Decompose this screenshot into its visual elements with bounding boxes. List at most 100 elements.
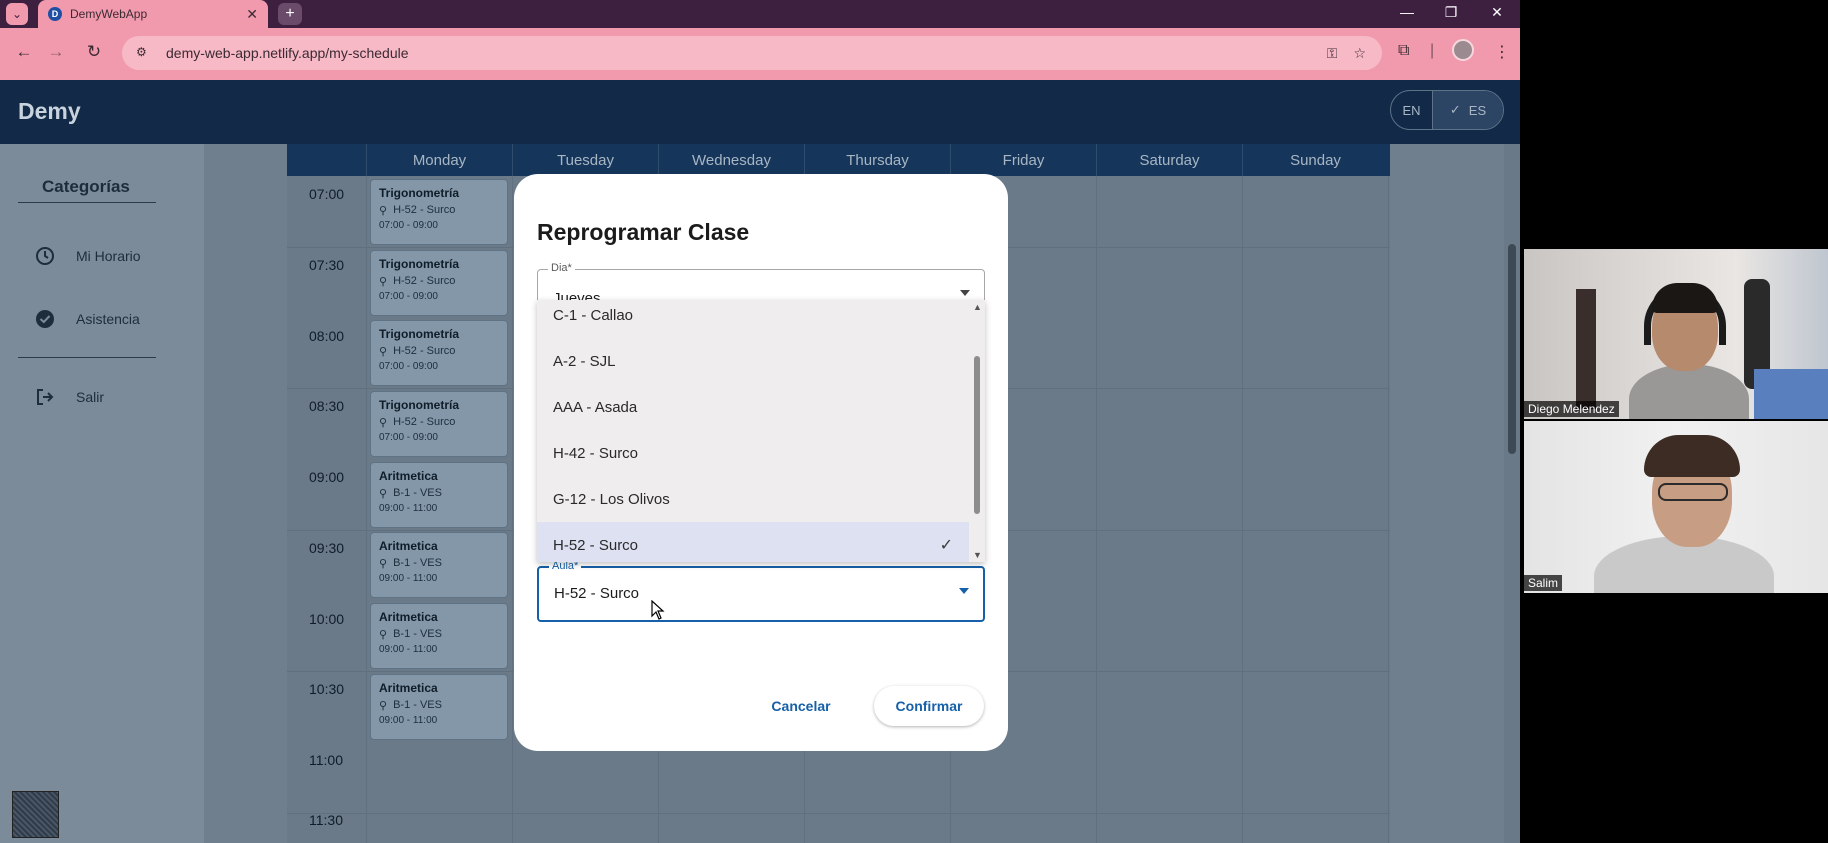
day-header-monday: Monday <box>366 144 512 176</box>
confirm-button[interactable]: Confirmar <box>874 686 984 726</box>
profile-avatar[interactable] <box>1452 39 1474 61</box>
scroll-up-icon[interactable]: ▲ <box>973 302 982 312</box>
dropdown-scroll-thumb[interactable] <box>974 356 980 514</box>
video-tile[interactable]: Diego Melendez <box>1524 249 1828 419</box>
class-time: 07:00 - 09:00 <box>379 291 438 302</box>
location-pin-icon: ⚲ <box>379 346 388 358</box>
browser-tab[interactable]: D DemyWebApp ✕ <box>38 0 268 28</box>
class-location: B-1 - VES <box>393 487 442 499</box>
sidebar-item-mi-horario[interactable]: Mi Horario <box>34 245 141 267</box>
sidebar-item-salir[interactable]: Salir <box>34 386 104 408</box>
dropdown-option[interactable]: C-1 - Callao <box>537 300 969 338</box>
favicon-icon: D <box>48 7 62 21</box>
app-root: Demy EN ✓ ES Categorías Mi Horario Asist… <box>0 80 1520 843</box>
close-window-button[interactable]: ✕ <box>1482 4 1512 21</box>
class-name: Trigonometría <box>379 257 460 271</box>
url-text[interactable]: demy-web-app.netlify.app/my-schedule <box>166 45 1327 61</box>
new-tab-button[interactable]: + <box>278 3 302 25</box>
location-pin-icon: ⚲ <box>379 417 388 429</box>
class-location: H-52 - Surco <box>393 275 456 287</box>
dropdown-option[interactable]: H-42 - Surco <box>537 430 969 476</box>
time-label: 07:30 <box>309 257 345 273</box>
lang-en-button[interactable]: EN <box>1391 91 1433 129</box>
class-card[interactable]: Trigonometría ⚲ H-52 - Surco 07:00 - 09:0… <box>370 391 508 457</box>
class-name: Trigonometría <box>379 186 460 200</box>
class-time: 07:00 - 09:00 <box>379 361 438 372</box>
sidebar: Categorías Mi Horario Asistencia Salir <box>0 144 204 843</box>
dropdown-option[interactable]: A-2 - SJL <box>537 338 969 384</box>
class-card[interactable]: Aritmetica ⚲ B-1 - VES 09:00 - 11:00 <box>370 674 508 740</box>
class-time: 09:00 - 11:00 <box>379 715 438 726</box>
class-card[interactable]: Aritmetica ⚲ B-1 - VES 09:00 - 11:00 <box>370 462 508 528</box>
class-card[interactable]: Trigonometría ⚲ H-52 - Surco 07:00 - 09:0… <box>370 179 508 245</box>
participant-name: Diego Melendez <box>1524 401 1619 417</box>
dropdown-arrow-icon <box>960 290 970 296</box>
sidebar-divider <box>18 357 156 358</box>
location-pin-icon: ⚲ <box>379 488 388 500</box>
aula-select[interactable]: Aula* H-52 - Surco <box>537 560 985 622</box>
lang-es-label: ES <box>1468 102 1487 118</box>
clock-icon <box>34 245 56 267</box>
class-location: H-52 - Surco <box>393 345 456 357</box>
forward-icon[interactable]: → <box>44 42 68 62</box>
key-icon[interactable]: ⚿ <box>1327 45 1338 62</box>
back-icon[interactable]: ← <box>12 42 36 62</box>
video-tile[interactable]: Salim <box>1524 421 1828 593</box>
toolbar-divider: | <box>1430 42 1435 59</box>
reload-icon[interactable]: ↻ <box>82 42 106 62</box>
time-label: 09:00 <box>309 469 345 485</box>
dropdown-option[interactable]: G-12 - Los Olivos <box>537 476 969 522</box>
class-time: 09:00 - 11:00 <box>379 644 438 655</box>
hair <box>1644 435 1740 477</box>
sidebar-divider <box>18 202 156 203</box>
schedule-header: Monday Tuesday Wednesday Thursday Friday… <box>287 144 1390 176</box>
sidebar-item-asistencia[interactable]: Asistencia <box>34 308 140 330</box>
class-name: Aritmetica <box>379 469 438 483</box>
time-label: 09:30 <box>309 540 345 556</box>
class-location: B-1 - VES <box>393 557 442 569</box>
screen-share-thumbnail[interactable] <box>12 791 59 838</box>
class-card[interactable]: Aritmetica ⚲ B-1 - VES 09:00 - 11:00 <box>370 603 508 669</box>
page-scrollbar[interactable] <box>1504 144 1520 843</box>
class-card[interactable]: Aritmetica ⚲ B-1 - VES 09:00 - 11:00 <box>370 532 508 598</box>
dropdown-option[interactable]: AAA - Asada <box>537 384 969 430</box>
class-time: 07:00 - 09:00 <box>379 432 438 443</box>
class-card[interactable]: Trigonometría ⚲ H-52 - Surco 07:00 - 09:0… <box>370 250 508 316</box>
reschedule-dialog: Reprogramar Clase Dia* Jueves Aula* H-52… <box>514 174 1008 751</box>
extensions-icon[interactable]: ⧉ <box>1398 42 1409 60</box>
dropdown-scrollbar[interactable]: ▲ ▼ <box>969 300 985 562</box>
grid-line <box>1096 176 1097 843</box>
grid-line <box>1242 176 1243 843</box>
site-info-icon[interactable]: ⚙ <box>136 45 152 61</box>
address-bar[interactable]: ⚙ demy-web-app.netlify.app/my-schedule ⚿… <box>122 36 1382 70</box>
restore-button[interactable]: ❐ <box>1436 4 1466 21</box>
class-name: Aritmetica <box>379 610 438 624</box>
cancel-button[interactable]: Cancelar <box>756 686 846 726</box>
scrollbar-thumb[interactable] <box>1508 244 1516 454</box>
dropdown-arrow-icon <box>959 588 969 594</box>
class-card[interactable]: Trigonometría ⚲ H-52 - Surco 07:00 - 09:0… <box>370 320 508 386</box>
class-name: Aritmetica <box>379 681 438 695</box>
aula-dropdown-menu: C-1 - Callao A-2 - SJL AAA - Asada H-42 … <box>537 300 985 562</box>
hair <box>1652 283 1718 313</box>
class-name: Trigonometría <box>379 398 460 412</box>
tab-title: DemyWebApp <box>70 7 148 21</box>
dialog-title: Reprogramar Clase <box>537 219 750 245</box>
scroll-down-icon[interactable]: ▼ <box>973 550 982 560</box>
language-toggle: EN ✓ ES <box>1390 90 1504 130</box>
grid-line <box>1388 176 1389 843</box>
field-value[interactable]: H-52 - Surco <box>554 585 639 602</box>
bed-sheet <box>1754 369 1828 419</box>
dropdown-option-selected[interactable]: H-52 - Surco ✓ <box>537 522 969 562</box>
close-tab-icon[interactable]: ✕ <box>246 6 258 23</box>
time-label: 08:00 <box>309 328 345 344</box>
menu-kebab-icon[interactable]: ⋮ <box>1494 42 1510 62</box>
grid-line <box>512 176 513 843</box>
browser-toolbar: ← → ↻ ⚙ demy-web-app.netlify.app/my-sche… <box>0 28 1520 80</box>
minimize-button[interactable]: — <box>1392 4 1422 20</box>
lang-es-button[interactable]: ✓ ES <box>1433 91 1503 129</box>
mouse-cursor-icon <box>651 600 665 620</box>
tab-search-button[interactable]: ⌄ <box>6 3 28 25</box>
bookmark-star-icon[interactable]: ☆ <box>1353 45 1366 62</box>
app-logo[interactable]: Demy <box>18 98 81 125</box>
